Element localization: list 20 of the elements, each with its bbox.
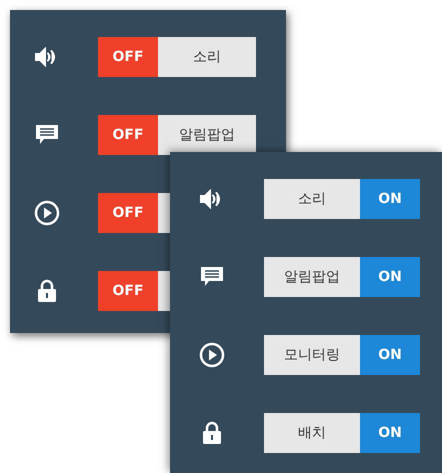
play-circle-icon [34,200,60,226]
toggle-state-button[interactable]: ON [360,413,420,453]
setting-label: 알림팝업 [264,257,360,297]
toggle-state-button[interactable]: OFF [98,193,158,233]
toggle-state-button[interactable]: ON [360,179,420,219]
toggle-state-button[interactable]: OFF [98,271,158,311]
toggle-state-button[interactable]: ON [360,257,420,297]
play-circle-icon [199,342,225,368]
setting-label: 알림팝업 [158,115,256,155]
speech-bubble-icon [35,124,59,146]
toggle-state-button[interactable]: OFF [98,115,158,155]
padlock-icon [202,421,222,445]
setting-label: 소리 [158,37,256,77]
setting-label: 소리 [264,179,360,219]
setting-label: 배치 [264,413,360,453]
padlock-icon [37,279,57,303]
toggle-state-button[interactable]: OFF [98,37,158,77]
toggle-state-button[interactable]: ON [360,335,420,375]
setting-label: 모니터링 [264,335,360,375]
speech-bubble-icon [200,266,224,288]
